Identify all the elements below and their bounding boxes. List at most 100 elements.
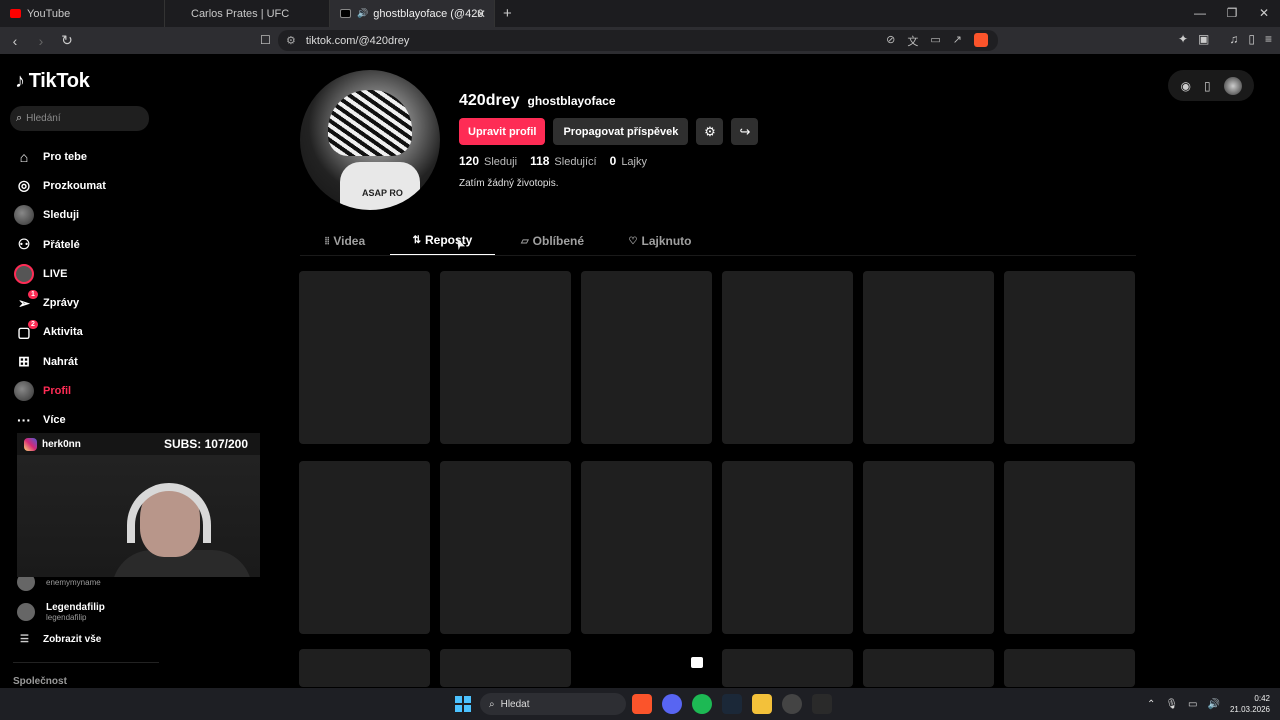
close-tab-icon[interactable]: ✕ (476, 7, 486, 21)
microphone-icon[interactable]: 🎙 (1165, 699, 1178, 710)
network-icon[interactable]: ▭ (1188, 699, 1197, 710)
video-tile[interactable] (581, 461, 712, 634)
show-all-button[interactable]: ☰ Zobrazit vše (20, 634, 101, 645)
video-tile[interactable] (440, 461, 571, 634)
following-stat[interactable]: 120 Sleduji (459, 154, 517, 168)
video-tile[interactable] (299, 649, 430, 687)
video-tile[interactable] (440, 649, 571, 687)
back-icon[interactable]: ‹ (4, 33, 26, 49)
messages-badge: 1 (28, 290, 38, 300)
edit-profile-button[interactable]: Upravit profil (459, 118, 546, 145)
taskbar-search[interactable]: ⌕ Hledat (480, 693, 626, 715)
likes-label: Lajky (621, 156, 647, 168)
video-tile[interactable] (1004, 461, 1135, 634)
sidebar-toggle-icon[interactable]: ▯ (1248, 32, 1255, 46)
sidebar-item-for-you[interactable]: ⌂ Pro tebe (13, 142, 163, 171)
video-tile[interactable] (581, 271, 712, 444)
volume-icon[interactable]: 🔊 (1208, 699, 1220, 710)
search-input[interactable]: ⌕ Hledání (10, 106, 149, 131)
tab-reposts[interactable]: ⇅ Reposty (390, 226, 495, 256)
account-name: Legendafilip (46, 602, 105, 613)
profile-avatar[interactable]: ASAP RO (300, 70, 440, 210)
video-tile[interactable] (1004, 271, 1135, 444)
sidebar-item-label: Aktivita (43, 326, 83, 339)
system-clock[interactable]: 0:42 21.03.2026 (1230, 693, 1270, 715)
account-avatar[interactable] (1223, 76, 1242, 95)
video-tile[interactable] (299, 271, 430, 444)
windows-start-icon[interactable] (455, 696, 471, 712)
sidebar-item-explore[interactable]: ◎ Prozkoumat (13, 171, 163, 200)
browser-tab-youtube[interactable]: YouTube (0, 0, 165, 27)
playlist-icon[interactable]: ♫ (1229, 32, 1238, 46)
video-tile[interactable] (863, 649, 994, 687)
steam-app-icon[interactable] (722, 694, 742, 714)
app-icon[interactable] (812, 694, 832, 714)
share-page-icon[interactable]: ↗ (953, 33, 962, 49)
video-tile[interactable] (722, 461, 853, 634)
reload-icon[interactable]: ↻ (56, 32, 78, 49)
video-tile[interactable] (440, 271, 571, 444)
coins-icon[interactable]: ◉ (1180, 79, 1190, 93)
tab-videos[interactable]: ⦙⦙ Videa (300, 226, 390, 256)
brave-app-icon[interactable] (632, 694, 652, 714)
url-actions: ⊘ 文 ▭ ↗ (886, 32, 988, 49)
video-tile[interactable] (863, 271, 994, 444)
video-tile[interactable] (863, 461, 994, 634)
webcam-scene (17, 455, 260, 577)
forward-icon[interactable]: › (30, 33, 52, 49)
video-grid (299, 271, 1137, 634)
restore-icon[interactable]: ❐ (1216, 0, 1248, 27)
browser-tab-ufc[interactable]: Carlos Prates | UFC (165, 0, 330, 27)
sidebar-item-messages[interactable]: ➢ 1 Zprávy (13, 288, 163, 317)
url-field[interactable]: ⚙ tiktok.com/@420drey ⊘ 文 ▭ ↗ (278, 30, 998, 51)
video-tile[interactable] (722, 649, 853, 687)
menu-icon[interactable]: ≡ (1265, 32, 1272, 46)
company-link[interactable]: Společnost (13, 676, 67, 687)
discord-app-icon[interactable] (662, 694, 682, 714)
share-icon[interactable]: ↪ (731, 118, 759, 145)
followers-stat[interactable]: 118 Sledující (530, 154, 597, 168)
video-tile[interactable] (1004, 649, 1135, 687)
sidebar-item-friends[interactable]: ⚇ Přátelé (13, 230, 163, 259)
clock-date: 21.03.2026 (1229, 705, 1270, 714)
minimize-icon[interactable]: — (1184, 0, 1216, 27)
sidebar-item-following[interactable]: Sleduji (13, 201, 163, 230)
sidebar-item-live[interactable]: LIVE (13, 259, 163, 288)
cast-icon[interactable]: ▭ (930, 33, 940, 49)
obs-app-icon[interactable] (782, 694, 802, 714)
no-ads-icon[interactable]: ⊘ (886, 33, 895, 49)
bookmark-page-icon[interactable]: ☐ (260, 33, 271, 47)
settings-icon[interactable]: ⚙ (696, 118, 724, 145)
promote-post-button[interactable]: Propagovat příspěvek (553, 118, 689, 145)
browser-tab-bar: YouTube Carlos Prates | UFC 🔊 ghostblayo… (0, 0, 1280, 27)
sidebar-item-label: Profil (43, 385, 72, 398)
tiktok-logo[interactable]: ♪ TikTok (15, 70, 90, 93)
site-settings-icon[interactable]: ⚙ (286, 34, 296, 47)
sidebar-item-more[interactable]: ··· Více (13, 406, 163, 435)
following-account-row[interactable]: Legendafilip legendafilip (17, 600, 167, 624)
tray-chevron-icon[interactable]: ⌃ (1147, 699, 1155, 710)
webcam-user: herk0nn (24, 437, 81, 451)
tab-favorites[interactable]: ▱ Oblíbené (495, 226, 610, 256)
video-tile[interactable] (299, 461, 430, 634)
new-tab-button[interactable]: + (503, 5, 512, 22)
brave-shield-icon[interactable] (974, 32, 988, 47)
window-controls: — ❐ ✕ (1184, 0, 1280, 27)
close-window-icon[interactable]: ✕ (1248, 0, 1280, 27)
sidebar-item-activity[interactable]: ▢ 2 Aktivita (13, 318, 163, 347)
tab-liked[interactable]: ♡ Lajknuto (610, 226, 710, 256)
wallet-icon[interactable]: ▣ (1198, 32, 1209, 46)
video-tile[interactable] (722, 271, 853, 444)
sidebar-item-upload[interactable]: ⊞ Nahrát (13, 347, 163, 376)
extensions-icon[interactable]: ✦ (1178, 32, 1188, 46)
sidebar-item-profile[interactable]: Profil (13, 376, 163, 405)
spotify-app-icon[interactable] (692, 694, 712, 714)
browser-tab-tiktok[interactable]: 🔊 ghostblayoface (@420drey) | ✕ (330, 0, 495, 27)
profile-tabs: ⦙⦙ Videa ⇅ Reposty ▱ Oblíbené ♡ Lajknuto (300, 226, 1136, 256)
sidebar-item-label: Prozkoumat (43, 179, 106, 192)
device-icon[interactable]: ▯ (1204, 79, 1211, 93)
file-explorer-icon[interactable] (752, 694, 772, 714)
browser-toolbar-right: ✦ ▣ ♫ ▯ ≡ (1178, 32, 1272, 46)
webcam-username: herk0nn (42, 438, 81, 450)
translate-icon[interactable]: 文 (907, 33, 918, 49)
